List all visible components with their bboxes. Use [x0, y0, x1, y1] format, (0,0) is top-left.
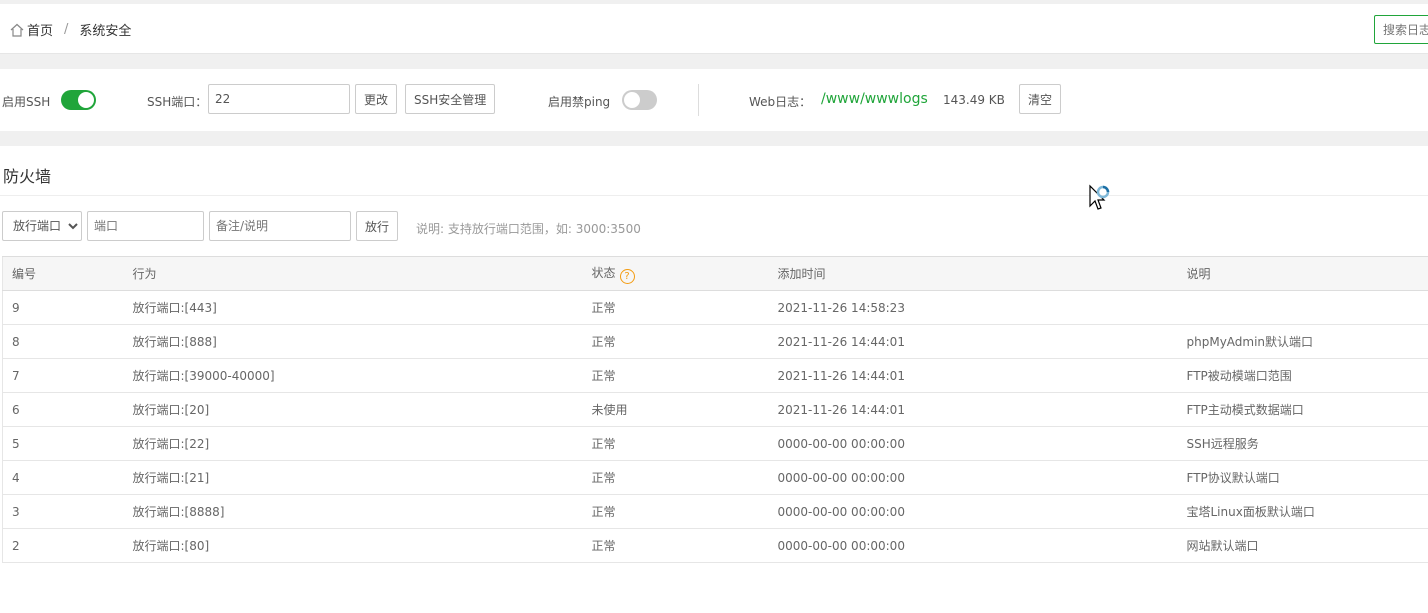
- weblog-size: 143.49 KB: [943, 93, 1005, 107]
- ssh-enable-label: 启用SSH: [2, 95, 51, 109]
- column-header-status: 状态?: [582, 256, 769, 291]
- note-input[interactable]: [209, 211, 351, 241]
- cell-status: 正常: [582, 358, 769, 393]
- weblog-label: Web日志：: [749, 95, 812, 109]
- cell-status: 未使用: [582, 392, 769, 427]
- column-header-time: 添加时间: [768, 256, 1178, 291]
- cell-note: FTP被动模端口范围: [1177, 358, 1428, 393]
- ssh-port-input[interactable]: [208, 84, 350, 114]
- cell-id: 8: [2, 324, 124, 359]
- ping-ban-toggle[interactable]: [622, 90, 657, 110]
- cell-id: 5: [2, 426, 124, 461]
- clear-log-button[interactable]: 清空: [1019, 84, 1062, 114]
- breadcrumb-current: 系统安全: [79, 24, 132, 39]
- cell-id: 4: [2, 460, 124, 495]
- firewall-table: 编号 行为 状态? 添加时间 说明 9 放行端口:[443] 正常 2021-11-2…: [2, 256, 1428, 563]
- table-row: 9 放行端口:[443] 正常 2021-11-26 14:58:23: [2, 290, 1428, 325]
- cell-action: 放行端口:[443]: [123, 290, 583, 325]
- ssh-security-manage-button[interactable]: SSH安全管理: [405, 84, 496, 114]
- cell-id: 3: [2, 494, 124, 529]
- ssh-port-label: SSH端口：: [147, 95, 208, 109]
- allow-port-button[interactable]: 放行: [356, 211, 399, 241]
- firewall-title: 防火墙: [3, 167, 52, 186]
- breadcrumb-separator: /: [64, 22, 69, 37]
- cell-action: 放行端口:[21]: [123, 460, 583, 495]
- cell-time: 2021-11-26 14:44:01: [768, 392, 1178, 427]
- top-bar: 首页 / 系统安全: [0, 4, 1428, 54]
- cell-note: 网站默认端口: [1177, 528, 1428, 563]
- cell-note: FTP主动模式数据端口: [1177, 392, 1428, 427]
- cell-time: 2021-11-26 14:44:01: [768, 324, 1178, 359]
- ssh-settings-bar: 启用SSH SSH端口： 更改 SSH安全管理 启用禁ping Web日志： /…: [0, 69, 1428, 131]
- table-row: 3 放行端口:[8888] 正常 0000-00-00 00:00:00 宝塔Linux…: [2, 494, 1428, 529]
- cell-id: 2: [2, 528, 124, 563]
- cell-time: 0000-00-00 00:00:00: [768, 494, 1178, 529]
- cell-action: 放行端口:[80]: [123, 528, 583, 563]
- table-row: 6 放行端口:[20] 未使用 2021-11-26 14:44:01 FTP主动模式数…: [2, 392, 1428, 427]
- ping-ban-label: 启用禁ping: [548, 95, 611, 109]
- cell-note: FTP协议默认端口: [1177, 460, 1428, 495]
- weblog-path-link[interactable]: /www/wwwlogs: [821, 91, 928, 107]
- column-header-id: 编号: [2, 256, 124, 291]
- busy-cursor-icon: [1089, 184, 1110, 210]
- ssh-toggle[interactable]: [61, 90, 96, 110]
- divider: [698, 84, 699, 116]
- cell-time: 2021-11-26 14:44:01: [768, 358, 1178, 393]
- table-row: 4 放行端口:[21] 正常 0000-00-00 00:00:00 FTP协议默认端口: [2, 460, 1428, 495]
- question-circle-icon[interactable]: ?: [619, 268, 635, 284]
- panel-divider: [0, 195, 1428, 196]
- table-row: 7 放行端口:[39000-40000] 正常 2021-11-26 14:44:01…: [2, 358, 1428, 393]
- ping-toggle-knob: [624, 92, 640, 108]
- cell-time: 2021-11-26 14:58:23: [768, 290, 1178, 325]
- breadcrumb-home-link[interactable]: 首页: [27, 20, 53, 39]
- column-header-action: 行为: [123, 256, 583, 291]
- cell-note: 宝塔Linux面板默认端口: [1177, 494, 1428, 529]
- firewall-panel: 防火墙 放行端口 放行 说明: 支持放行端口范围，如: 3000:3500 编号…: [0, 146, 1428, 613]
- cell-action: 放行端口:[39000-40000]: [123, 358, 583, 393]
- cell-status: 正常: [582, 426, 769, 461]
- cell-status: 正常: [582, 290, 769, 325]
- cell-note: [1177, 290, 1428, 325]
- cell-time: 0000-00-00 00:00:00: [768, 528, 1178, 563]
- port-range-hint: 说明: 支持放行端口范围，如: 3000:3500: [416, 222, 641, 236]
- cell-id: 6: [2, 392, 124, 427]
- log-search-input[interactable]: [1374, 15, 1428, 44]
- breadcrumb: 首页 / 系统安全: [10, 20, 131, 39]
- table-header-row: 编号 行为 状态? 添加时间 说明: [2, 256, 1428, 291]
- cell-action: 放行端口:[888]: [123, 324, 583, 359]
- cell-id: 9: [2, 290, 124, 325]
- cell-status: 正常: [582, 494, 769, 529]
- cell-status: 正常: [582, 324, 769, 359]
- rule-type-select[interactable]: 放行端口: [2, 211, 82, 241]
- table-row: 5 放行端口:[22] 正常 0000-00-00 00:00:00 SSH远程服务: [2, 426, 1428, 461]
- column-header-status-label: 状态: [591, 265, 616, 280]
- table-row: 2 放行端口:[80] 正常 0000-00-00 00:00:00 网站默认端口: [2, 528, 1428, 563]
- cell-time: 0000-00-00 00:00:00: [768, 426, 1178, 461]
- change-port-button[interactable]: 更改: [355, 84, 398, 114]
- cell-action: 放行端口:[20]: [123, 392, 583, 427]
- cell-status: 正常: [582, 528, 769, 563]
- port-input[interactable]: [87, 211, 204, 241]
- ssh-toggle-knob: [78, 92, 94, 108]
- cell-note: phpMyAdmin默认端口: [1177, 324, 1428, 359]
- cell-time: 0000-00-00 00:00:00: [768, 460, 1178, 495]
- home-icon: [10, 23, 24, 37]
- cell-note: SSH远程服务: [1177, 426, 1428, 461]
- column-header-note: 说明: [1177, 256, 1428, 291]
- table-row: 8 放行端口:[888] 正常 2021-11-26 14:44:01 phpMyAdm…: [2, 324, 1428, 359]
- cell-id: 7: [2, 358, 124, 393]
- cell-action: 放行端口:[8888]: [123, 494, 583, 529]
- cell-action: 放行端口:[22]: [123, 426, 583, 461]
- cell-status: 正常: [582, 460, 769, 495]
